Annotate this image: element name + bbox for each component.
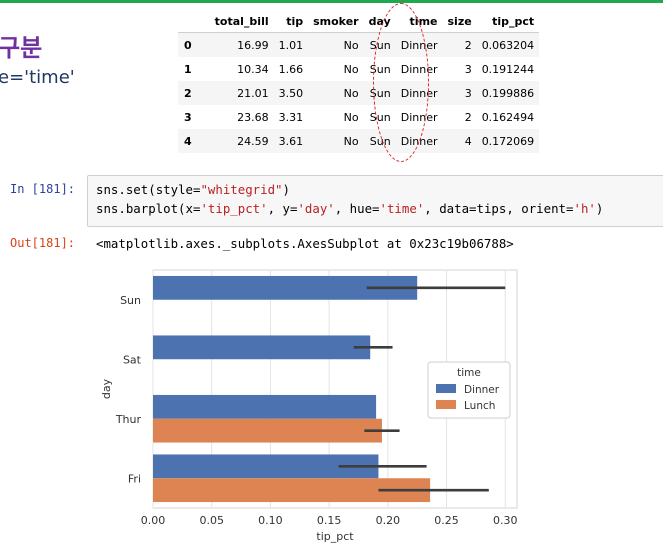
legend-label: Dinner <box>464 384 500 396</box>
x-tick-label: 0.05 <box>199 514 224 527</box>
y-tick-label: Sat <box>123 353 142 366</box>
legend-swatch <box>436 400 456 409</box>
x-tick-label: 0.30 <box>493 514 518 527</box>
x-tick-label: 0.15 <box>317 514 342 527</box>
legend-label: Lunch <box>464 400 495 412</box>
x-tick-label: 0.00 <box>141 514 166 527</box>
x-axis-label: tip_pct <box>316 530 354 543</box>
x-tick-label: 0.20 <box>376 514 401 527</box>
bar-lunch <box>153 418 382 443</box>
bar-dinner <box>153 335 371 360</box>
barplot-chart: 0.00 0.05 0.10 0.15 0.20 0.25 0.30 Sun Sat Thur Fr… <box>100 269 518 543</box>
legend-swatch <box>436 384 456 393</box>
bar-dinner <box>153 394 377 419</box>
y-axis-label: day <box>100 378 113 399</box>
legend-title: time <box>457 367 481 379</box>
y-tick-label: Sun <box>120 294 141 307</box>
x-tick-label: 0.25 <box>434 514 459 527</box>
y-tick-label: Fri <box>128 472 141 485</box>
x-tick-label: 0.10 <box>258 514 283 527</box>
y-tick-label: Thur <box>115 413 142 426</box>
